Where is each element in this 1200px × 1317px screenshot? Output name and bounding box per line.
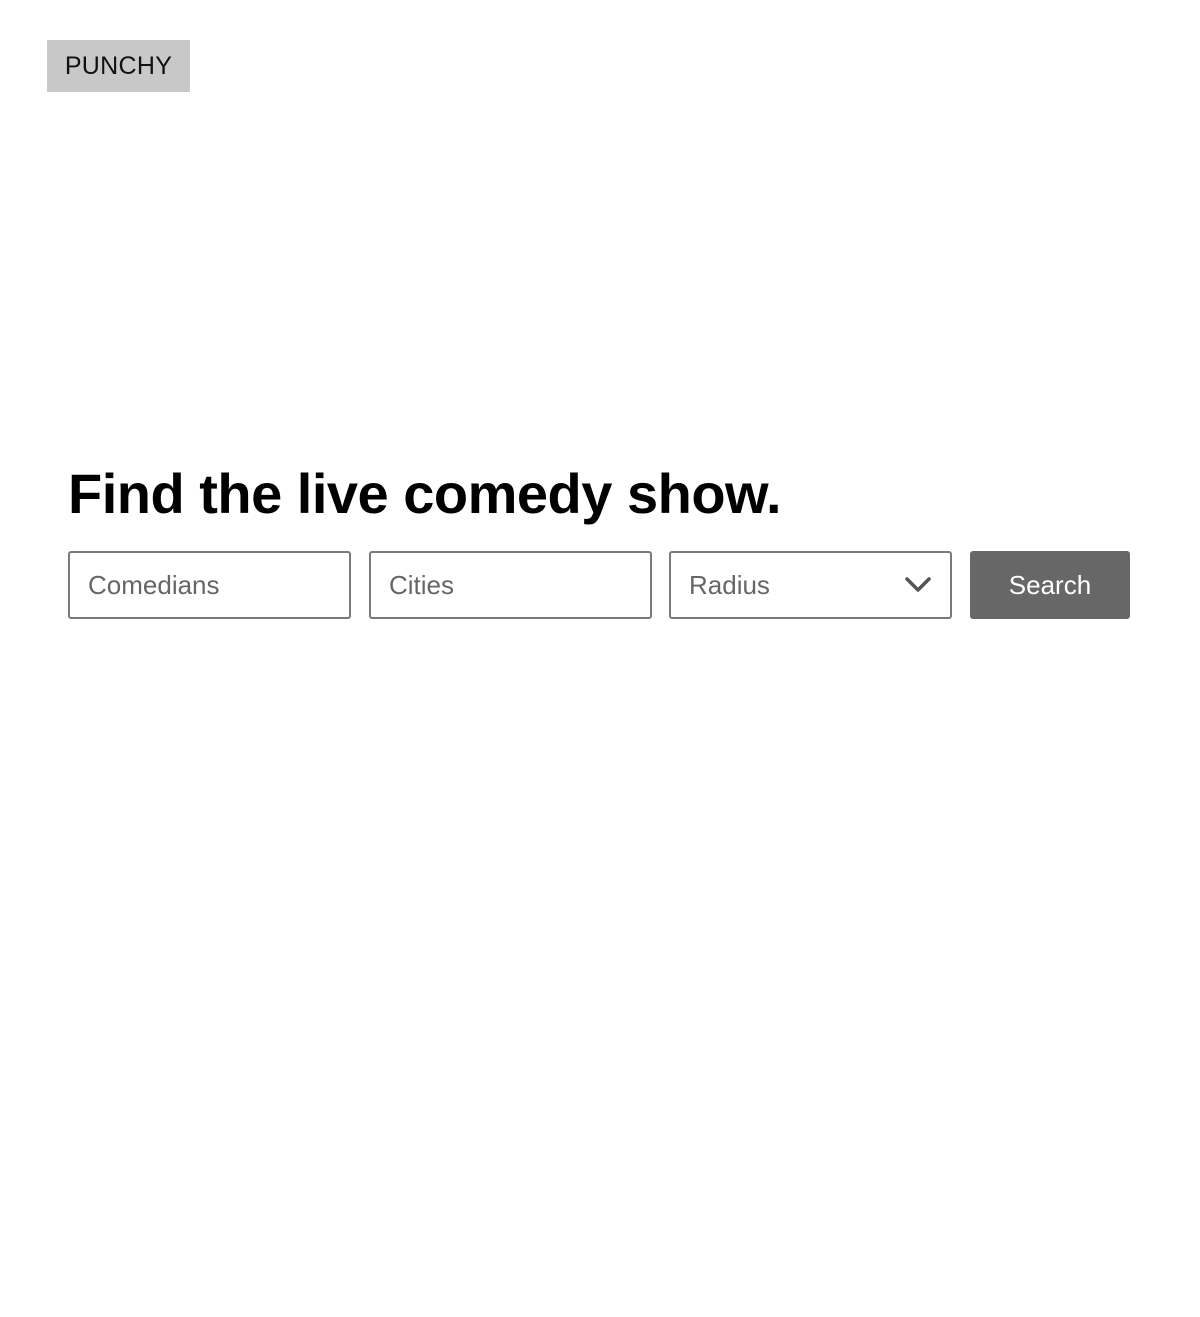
comedians-input[interactable] [70, 553, 349, 617]
chevron-down-icon [905, 577, 931, 592]
radius-select[interactable]: Radius [669, 551, 952, 619]
comedians-field[interactable] [68, 551, 351, 619]
search-button[interactable]: Search [970, 551, 1130, 619]
page-title: Find the live comedy show. [68, 462, 782, 525]
cities-input[interactable] [371, 553, 650, 617]
radius-select-label: Radius [689, 570, 770, 600]
logo[interactable]: PUNCHY [47, 40, 190, 92]
cities-field[interactable] [369, 551, 652, 619]
